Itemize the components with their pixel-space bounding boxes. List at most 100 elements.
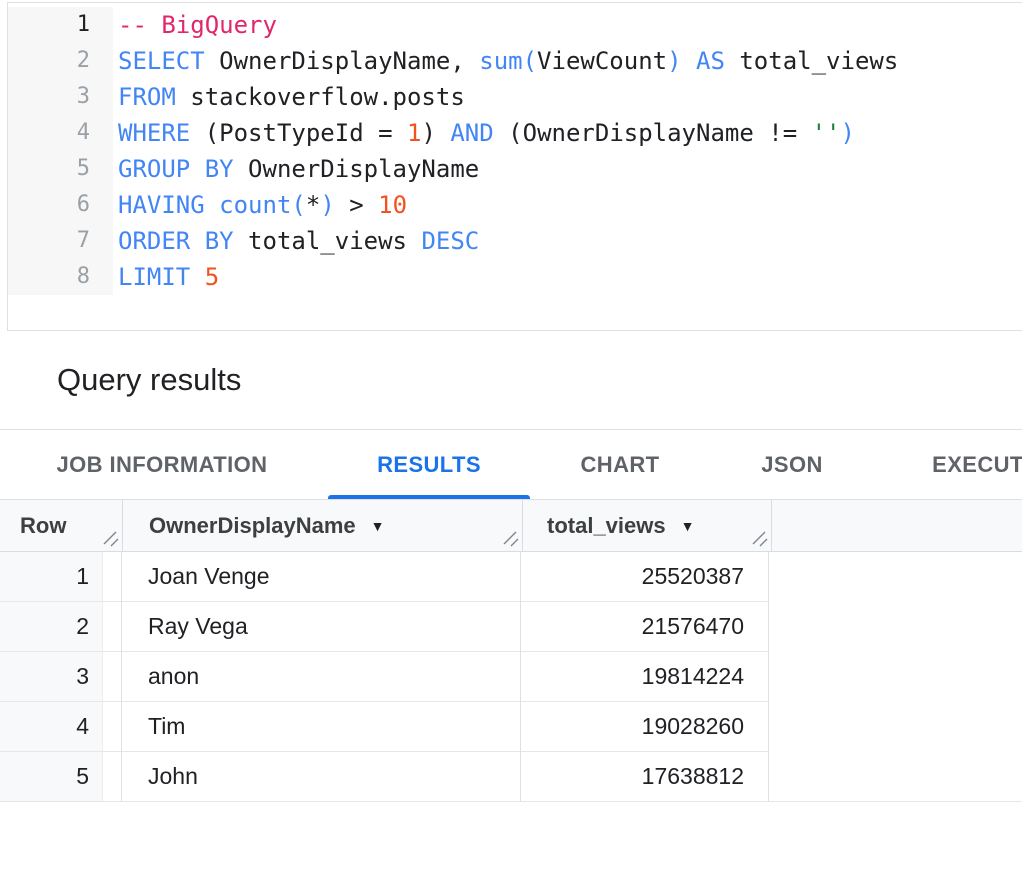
column-header-label: Row: [20, 513, 66, 539]
token-number: 10: [378, 191, 407, 219]
code-line[interactable]: 2SELECT OwnerDisplayName, sum(ViewCount)…: [8, 43, 1022, 79]
token-plain: (OwnerDisplayName !=: [494, 119, 812, 147]
owner-display-name-cell: anon: [122, 652, 521, 702]
code-line[interactable]: 4WHERE (PostTypeId = 1) AND (OwnerDispla…: [8, 115, 1022, 151]
table-row: 4 Tim19028260: [0, 702, 1022, 752]
row-gap-cell: [103, 702, 122, 752]
token-plain: (PostTypeId =: [190, 119, 407, 147]
row-filler-cell: [769, 702, 1022, 752]
code-text: GROUP BY OwnerDisplayName: [113, 151, 479, 187]
total-views-cell: 17638812: [521, 752, 769, 802]
total-views-cell: 21576470: [521, 602, 769, 652]
code-text: LIMIT 5: [113, 259, 219, 295]
results-table-body: 1Joan Venge255203872 Ray Vega21576470 3 ano…: [0, 552, 1022, 802]
code-text: ORDER BY total_views DESC: [113, 223, 479, 259]
token-keyword: DESC: [421, 227, 479, 255]
code-text: FROM stackoverflow.posts: [113, 79, 465, 115]
table-row: 5 John17638812: [0, 752, 1022, 802]
column-resize-handle[interactable]: [502, 530, 519, 547]
token-keyword: LIMIT: [118, 263, 190, 291]
token-keyword: count(: [219, 191, 306, 219]
sql-editor[interactable]: 1-- BigQuery2SELECT OwnerDisplayName, su…: [7, 2, 1022, 331]
column-resize-handle[interactable]: [102, 530, 119, 547]
row-number-cell: 2: [0, 602, 103, 652]
token-plain: >: [335, 191, 378, 219]
line-number: 7: [8, 223, 113, 259]
line-number: 2: [8, 43, 113, 79]
code-line[interactable]: 6HAVING count(*) > 10: [8, 187, 1022, 223]
code-line[interactable]: 7ORDER BY total_views DESC: [8, 223, 1022, 259]
row-number-cell: 1: [0, 552, 103, 602]
token-keyword: ): [320, 191, 334, 219]
total-views-cell: 25520387: [521, 552, 769, 602]
code-line[interactable]: 8LIMIT 5: [8, 259, 1022, 295]
tab-execution-details[interactable]: EXECUTION DETAILS: [899, 430, 1022, 499]
code-line[interactable]: 1-- BigQuery: [8, 7, 1022, 43]
tab-json[interactable]: JSON: [727, 430, 857, 499]
tab-results[interactable]: RESULTS: [328, 430, 530, 499]
column-header-row[interactable]: Row: [0, 500, 123, 551]
token-keyword: GROUP BY: [118, 155, 234, 183]
token-keyword: ): [667, 47, 681, 75]
token-plain: [190, 263, 204, 291]
code-line[interactable]: 5GROUP BY OwnerDisplayName: [8, 151, 1022, 187]
code-text: -- BigQuery: [113, 7, 277, 43]
token-plain: OwnerDisplayName,: [205, 47, 480, 75]
line-number: 5: [8, 151, 113, 187]
owner-display-name-cell: Ray Vega: [122, 602, 521, 652]
column-resize-handle[interactable]: [751, 530, 768, 547]
line-number: 1: [8, 7, 113, 43]
token-plain: OwnerDisplayName: [234, 155, 480, 183]
token-number: 1: [407, 119, 421, 147]
row-gap-cell: [103, 602, 122, 652]
row-gap-cell: [103, 652, 122, 702]
token-keyword: SELECT: [118, 47, 205, 75]
row-number-cell: 5: [0, 752, 103, 802]
total-views-cell: 19028260: [521, 702, 769, 752]
query-results-header: Query results: [0, 331, 1022, 430]
sort-dropdown-icon[interactable]: ▼: [681, 518, 695, 534]
token-keyword: AND: [450, 119, 493, 147]
tab-job-information[interactable]: JOB INFORMATION: [28, 430, 296, 499]
row-number-cell: 3: [0, 652, 103, 702]
table-row: 1Joan Venge25520387: [0, 552, 1022, 602]
table-row: 2 Ray Vega21576470: [0, 602, 1022, 652]
row-gap-cell: [103, 752, 122, 802]
token-number: 5: [205, 263, 219, 291]
token-keyword: ): [841, 119, 855, 147]
code-line[interactable]: 3FROM stackoverflow.posts: [8, 79, 1022, 115]
row-filler-cell: [769, 752, 1022, 802]
code-lines: 1-- BigQuery2SELECT OwnerDisplayName, su…: [8, 3, 1022, 295]
table-row: 3 anon19814224: [0, 652, 1022, 702]
line-number: 3: [8, 79, 113, 115]
tab-chart[interactable]: CHART: [556, 430, 684, 499]
column-header-total-views[interactable]: total_views ▼: [523, 500, 772, 551]
token-keyword: HAVING: [118, 191, 205, 219]
token-plain: [682, 47, 696, 75]
results-table-header: Row OwnerDisplayName ▼ total_views ▼: [0, 500, 1022, 552]
owner-display-name-cell: Tim: [122, 702, 521, 752]
token-plain: total_views: [725, 47, 898, 75]
token-string: '': [812, 119, 841, 147]
token-keyword: AS: [696, 47, 725, 75]
code-text: HAVING count(*) > 10: [113, 187, 407, 223]
column-header-label: OwnerDisplayName: [149, 513, 356, 539]
row-filler-cell: [769, 552, 1022, 602]
owner-display-name-cell: John: [122, 752, 521, 802]
row-filler-cell: [769, 602, 1022, 652]
sort-dropdown-icon[interactable]: ▼: [371, 518, 385, 534]
total-views-cell: 19814224: [521, 652, 769, 702]
token-plain: ViewCount: [537, 47, 667, 75]
row-number-cell: 4: [0, 702, 103, 752]
row-filler-cell: [769, 652, 1022, 702]
code-text: WHERE (PostTypeId = 1) AND (OwnerDisplay…: [113, 115, 855, 151]
token-keyword: FROM: [118, 83, 176, 111]
token-plain: stackoverflow.posts: [176, 83, 465, 111]
row-gap-cell: [103, 552, 122, 602]
token-keyword: WHERE: [118, 119, 190, 147]
column-header-ownerdisplayname[interactable]: OwnerDisplayName ▼: [123, 500, 523, 551]
token-plain: ): [421, 119, 450, 147]
column-header-filler: [772, 500, 1022, 551]
token-keyword: sum(: [479, 47, 537, 75]
token-plain: *: [306, 191, 320, 219]
